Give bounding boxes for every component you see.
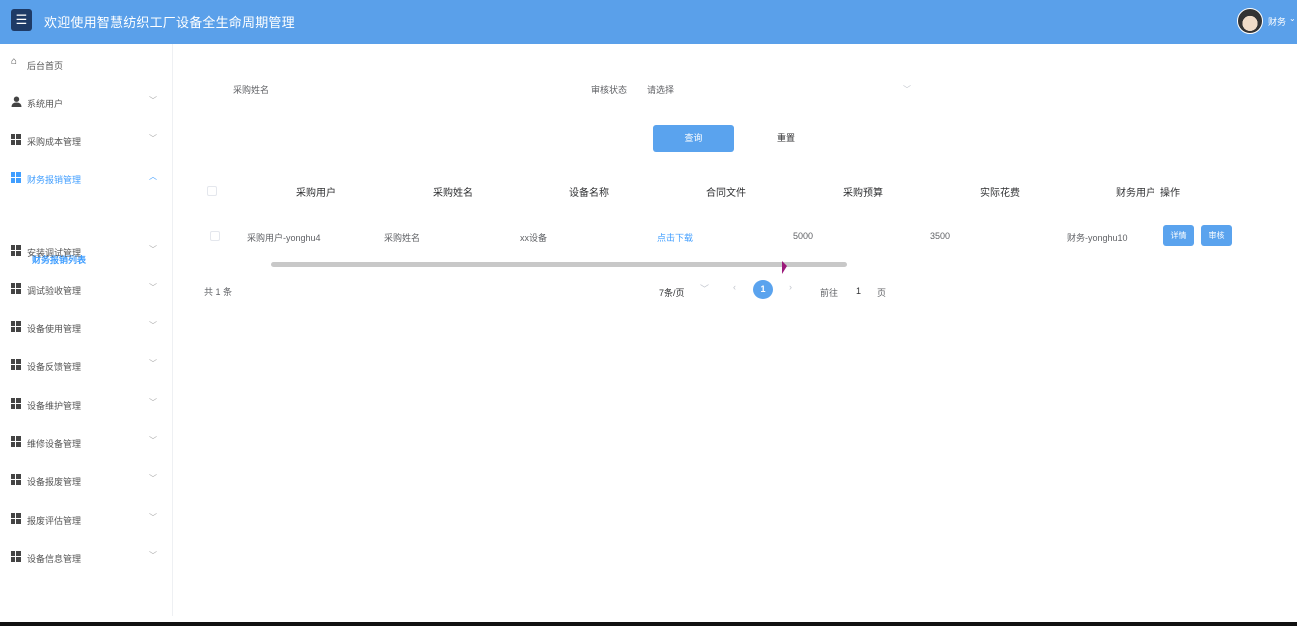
prev-page-icon[interactable]: ‹ [733, 282, 736, 292]
page-number-current[interactable]: 1 [753, 280, 773, 299]
user-icon [11, 96, 22, 107]
detail-button[interactable]: 详情 [1163, 225, 1194, 246]
grid-icon [11, 245, 22, 256]
sidebar-item-purchase-cost[interactable]: 采购成本管理 ﹀ [0, 130, 173, 150]
column-header: 采购用户 [296, 188, 336, 199]
goto-page-input[interactable]: 1 [856, 286, 861, 296]
sidebar-item-label: 设备维护管理 [27, 401, 82, 411]
home-icon: ⌂ [11, 56, 18, 67]
grid-icon [11, 359, 22, 370]
sidebar-item-label: 设备报废管理 [27, 477, 82, 487]
table-cell: 财务-yonghu10 [1067, 233, 1128, 243]
chevron-down-icon: ﹀ [149, 551, 157, 560]
sidebar-item-home[interactable]: ⌂ 后台首页 [0, 54, 173, 74]
sidebar-item-label: 安装调试管理 [27, 248, 82, 258]
sidebar-item-acceptance[interactable]: 调试验收管理 ﹀ [0, 279, 173, 299]
sidebar-item-finance-reimbursement[interactable]: 财务报销管理 ︿ [0, 168, 173, 188]
grid-icon [11, 172, 22, 183]
app-title: 欢迎使用智慧纺织工厂设备全生命周期管理 [44, 15, 295, 30]
grid-icon [11, 513, 22, 524]
column-header: 合同文件 [706, 188, 746, 199]
grid-icon [11, 283, 22, 294]
sidebar-item-label: 报废评估管理 [27, 516, 82, 526]
chevron-up-icon: ︿ [149, 172, 157, 181]
sidebar-item-label: 设备反馈管理 [27, 362, 82, 372]
sidebar-item-label: 系统用户 [27, 99, 64, 109]
grid-icon [11, 436, 22, 447]
sidebar-item-installation[interactable]: 安装调试管理 ﹀ [0, 241, 173, 261]
sidebar-item-label: 财务报销管理 [27, 175, 82, 185]
sidebar-item-device-info[interactable]: 设备信息管理 ﹀ [0, 547, 173, 567]
column-header: 设备名称 [569, 188, 609, 199]
sidebar-item-label: 设备信息管理 [27, 554, 82, 564]
chevron-down-icon: ﹀ [149, 398, 157, 407]
table-cell: 采购姓名 [384, 233, 421, 243]
sidebar-item-label: 调试验收管理 [27, 286, 82, 296]
sidebar-item-label: 设备使用管理 [27, 324, 82, 334]
sidebar-item-system-users[interactable]: 系统用户 ﹀ [0, 92, 173, 112]
column-header: 采购姓名 [433, 188, 473, 199]
sidebar-item-scrap-evaluation[interactable]: 报废评估管理 ﹀ [0, 509, 173, 529]
chevron-down-icon[interactable]: ⌄ [1289, 14, 1296, 23]
sidebar-item-usage[interactable]: 设备使用管理 ﹀ [0, 317, 173, 337]
reset-button[interactable]: 重置 [765, 125, 807, 152]
page-suffix-label: 页 [877, 288, 887, 298]
chevron-down-icon[interactable]: ﹀ [700, 282, 709, 295]
avatar[interactable] [1237, 8, 1263, 34]
status-select[interactable]: 请选择 [647, 83, 674, 96]
sidebar-item-label: 采购成本管理 [27, 137, 82, 147]
table-cell: 采购用户-yonghu4 [247, 233, 321, 243]
table-cell: 5000 [793, 231, 814, 241]
chevron-down-icon: ﹀ [149, 134, 157, 143]
chevron-down-icon: ﹀ [149, 96, 157, 105]
chevron-down-icon: ﹀ [149, 513, 157, 522]
goto-label: 前往 [820, 288, 839, 298]
chevron-down-icon: ﹀ [149, 436, 157, 445]
purchase-name-label: 采购姓名 [233, 85, 270, 95]
pagination-total: 共 1 条 [204, 287, 233, 297]
sidebar-item-maintenance[interactable]: 设备维护管理 ﹀ [0, 394, 173, 414]
chevron-down-icon: ﹀ [149, 283, 157, 292]
chevron-down-icon: ﹀ [149, 245, 157, 254]
contract-download-link[interactable]: 点击下载 [657, 231, 693, 244]
table-cell: xx设备 [520, 233, 548, 243]
sidebar-item-feedback[interactable]: 设备反馈管理 ﹀ [0, 355, 173, 375]
audit-button[interactable]: 审核 [1201, 225, 1232, 246]
status-label: 审核状态 [591, 85, 628, 95]
grid-icon [11, 474, 22, 485]
sidebar-item-label: 后台首页 [27, 61, 64, 71]
select-all-checkbox[interactable] [207, 186, 217, 196]
chevron-down-icon[interactable]: ﹀ [903, 84, 911, 95]
query-button[interactable]: 查询 [653, 125, 734, 152]
hamburger-icon[interactable]: ☰ [11, 9, 32, 31]
sidebar-item-label: 维修设备管理 [27, 439, 82, 449]
page-size-select[interactable]: 7条/页 [659, 286, 685, 299]
chevron-down-icon: ﹀ [149, 474, 157, 483]
sidebar: ⌂ 后台首页 系统用户 ﹀ 采购成本管理 ﹀ 财务报销管理 ︿ 财务报销列表 安… [0, 44, 173, 616]
sidebar-item-scrap[interactable]: 设备报废管理 ﹀ [0, 470, 173, 490]
column-header: 操作 [1160, 188, 1180, 199]
row-checkbox[interactable] [210, 231, 220, 241]
table-cell: 3500 [930, 231, 951, 241]
grid-icon [11, 551, 22, 562]
column-header: 财务用户 [1116, 188, 1154, 199]
bottom-edge [0, 622, 1297, 626]
sidebar-item-repair[interactable]: 维修设备管理 ﹀ [0, 432, 173, 452]
column-header: 实际花费 [980, 188, 1020, 199]
horizontal-scrollbar[interactable] [271, 262, 847, 267]
mouse-cursor-icon [782, 261, 787, 274]
grid-icon [11, 321, 22, 332]
grid-icon [11, 398, 22, 409]
chevron-down-icon: ﹀ [149, 321, 157, 330]
column-header: 采购预算 [843, 188, 883, 199]
top-header: ☰ 欢迎使用智慧纺织工厂设备全生命周期管理 财务 ⌄ [0, 0, 1297, 44]
chevron-down-icon: ﹀ [149, 359, 157, 368]
user-name[interactable]: 财务 [1268, 15, 1286, 28]
grid-icon [11, 134, 22, 145]
next-page-icon[interactable]: › [789, 282, 792, 292]
